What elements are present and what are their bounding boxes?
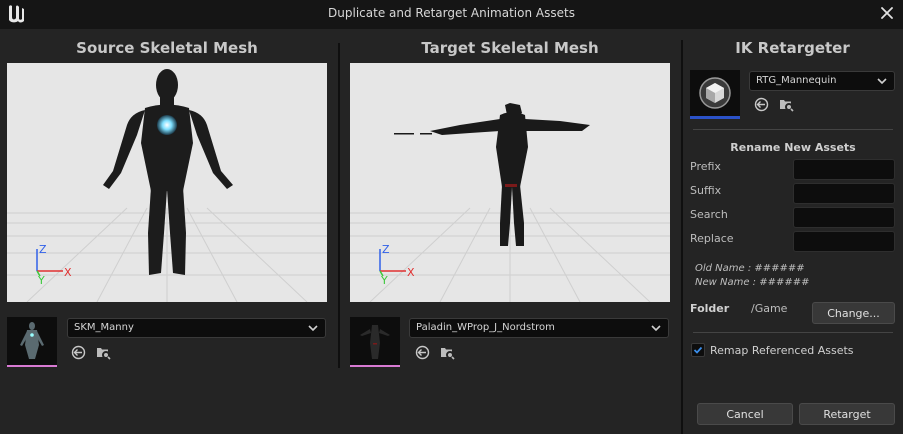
old-name-preview: Old Name : ###### — [695, 263, 805, 274]
source-panel-title: Source Skeletal Mesh — [76, 39, 258, 57]
ik-retargeter-thumbnail[interactable] — [690, 70, 740, 119]
search-label: Search — [690, 208, 728, 221]
belt-detail — [505, 184, 517, 187]
target-panel-title: Target Skeletal Mesh — [421, 39, 599, 57]
ik-panel-title: IK Retargeter — [735, 39, 850, 57]
retarget-button[interactable]: Retarget — [799, 403, 895, 425]
source-mesh-dropdown[interactable]: SKM_Manny — [67, 318, 326, 338]
floor-grid — [7, 207, 327, 302]
target-character-silhouette — [394, 103, 590, 246]
target-mesh-dropdown[interactable]: Paladin_WProp_J_Nordstrom — [409, 318, 669, 338]
suffix-input[interactable] — [793, 183, 895, 204]
ik-retargeter-value: RTG_Mannequin — [756, 75, 837, 86]
target-mesh-viewport[interactable]: Z X Y — [350, 63, 670, 302]
browse-asset-icon[interactable] — [96, 345, 111, 360]
new-name-preview: New Name : ###### — [695, 277, 810, 288]
axis-z-label: Z — [382, 243, 390, 256]
target-mesh-value: Paladin_WProp_J_Nordstrom — [416, 322, 555, 333]
title-bar: Duplicate and Retarget Animation Assets — [0, 0, 903, 29]
chevron-down-icon — [651, 325, 661, 332]
panel-divider — [681, 40, 683, 434]
axis-y-label: Y — [380, 274, 388, 287]
use-selected-asset-icon[interactable] — [71, 345, 86, 360]
suffix-label: Suffix — [690, 184, 722, 197]
section-divider — [693, 129, 893, 130]
browse-asset-icon[interactable] — [440, 345, 455, 360]
chevron-down-icon — [877, 78, 887, 85]
source-mesh-value: SKM_Manny — [74, 322, 134, 333]
replace-label: Replace — [690, 232, 734, 245]
folder-path: /Game — [751, 302, 788, 315]
rename-section-title: Rename New Assets — [730, 141, 856, 154]
browse-asset-icon[interactable] — [779, 97, 794, 112]
axis-x-label: X — [64, 266, 72, 279]
target-mesh-thumbnail[interactable] — [350, 317, 400, 367]
replace-input[interactable] — [793, 231, 895, 252]
axis-x-label: X — [407, 266, 415, 279]
axis-y-label: Y — [37, 274, 45, 287]
chevron-down-icon — [308, 325, 318, 332]
use-selected-asset-icon[interactable] — [415, 345, 430, 360]
chest-glow — [157, 115, 177, 135]
section-divider — [693, 332, 893, 333]
ik-retargeter-dropdown[interactable]: RTG_Mannequin — [749, 71, 895, 91]
cancel-button[interactable]: Cancel — [697, 403, 793, 425]
remap-assets-checkbox[interactable] — [691, 343, 705, 357]
source-mesh-viewport[interactable]: Z X Y — [7, 63, 327, 302]
close-icon[interactable] — [877, 3, 897, 23]
ik-retargeter-icon — [699, 77, 731, 109]
window-title: Duplicate and Retarget Animation Assets — [328, 6, 575, 20]
use-selected-asset-icon[interactable] — [754, 97, 769, 112]
remap-assets-label: Remap Referenced Assets — [710, 344, 854, 357]
checkmark-icon — [693, 346, 703, 354]
axis-z-label: Z — [39, 243, 47, 256]
change-folder-button[interactable]: Change... — [812, 302, 895, 324]
panel-divider — [338, 43, 340, 368]
prefix-label: Prefix — [690, 160, 721, 173]
folder-label: Folder — [690, 302, 730, 315]
search-input[interactable] — [793, 207, 895, 228]
source-character-silhouette — [103, 69, 233, 275]
source-mesh-thumbnail[interactable] — [7, 317, 57, 367]
prefix-input[interactable] — [793, 159, 895, 180]
